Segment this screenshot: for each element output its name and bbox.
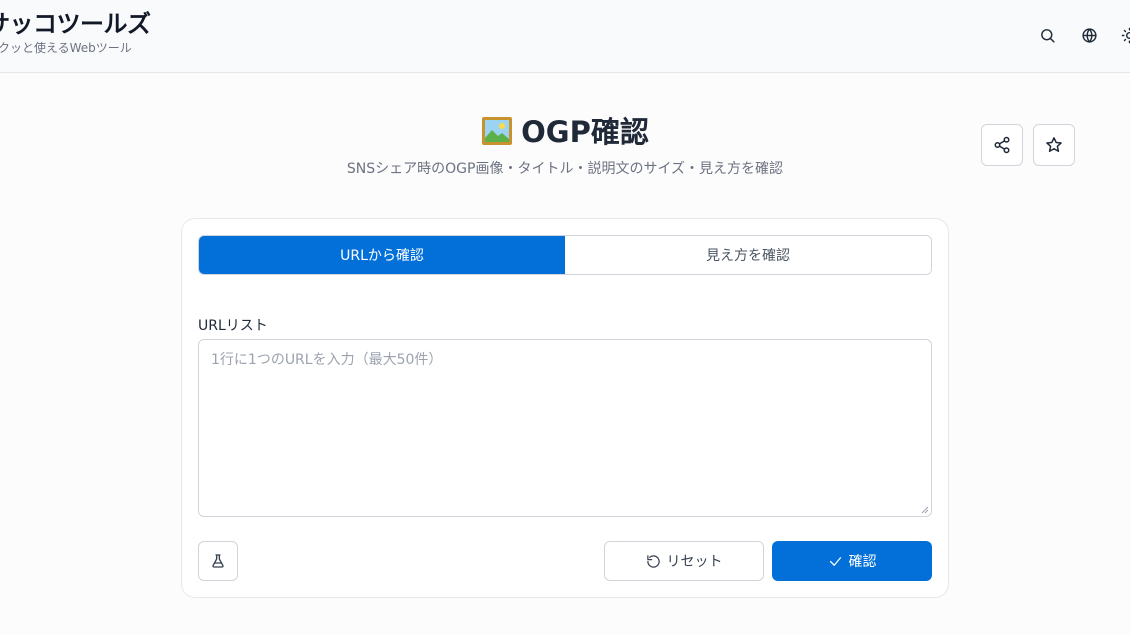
resize-handle-icon[interactable] [921,506,929,514]
ogp-check-card: URLから確認 見え方を確認 URLリスト 1行に1つのURLを入力（最大50件… [181,218,949,598]
sample-button[interactable] [198,541,238,581]
confirm-button[interactable]: 確認 [772,541,932,581]
mode-tabs: URLから確認 見え方を確認 [198,235,932,275]
url-list-placeholder: 1行に1つのURLを入力（最大50件） [211,352,443,368]
page-title-text: OGP確認 [521,115,649,149]
url-list-textarea[interactable]: 1行に1つのURLを入力（最大50件） [198,339,932,517]
favorite-button[interactable] [1033,124,1075,166]
flask-icon [212,554,224,568]
tab-url-check[interactable]: URLから確認 [199,236,565,274]
url-list-label: URLリスト [198,318,268,334]
page-subtitle: SNSシェア時のOGP画像・タイトル・説明文のサイズ・見え方を確認 [346,161,784,177]
brand-title: サッコツールズ [0,10,151,38]
confirm-label: 確認 [848,554,877,570]
search-icon[interactable] [1036,24,1058,46]
reset-button[interactable]: リセット [604,541,764,581]
sun-icon[interactable] [1118,24,1130,46]
page-title: OGP確認 [0,112,1130,156]
reset-label: リセット [666,554,723,570]
picture-icon [481,116,513,156]
share-icon [994,136,1010,154]
tab-preview-check[interactable]: 見え方を確認 [565,236,931,274]
reset-icon [646,554,660,568]
app-header: サッコツールズ サクッと使えるWebツール [0,0,1130,73]
star-icon [1046,137,1062,152]
brand-subtitle: サクッと使えるWebツール [0,41,132,55]
brand[interactable]: サッコツールズ サクッと使えるWebツール [0,10,151,56]
check-icon [829,556,841,566]
share-button[interactable] [981,124,1023,166]
globe-icon[interactable] [1078,24,1100,46]
